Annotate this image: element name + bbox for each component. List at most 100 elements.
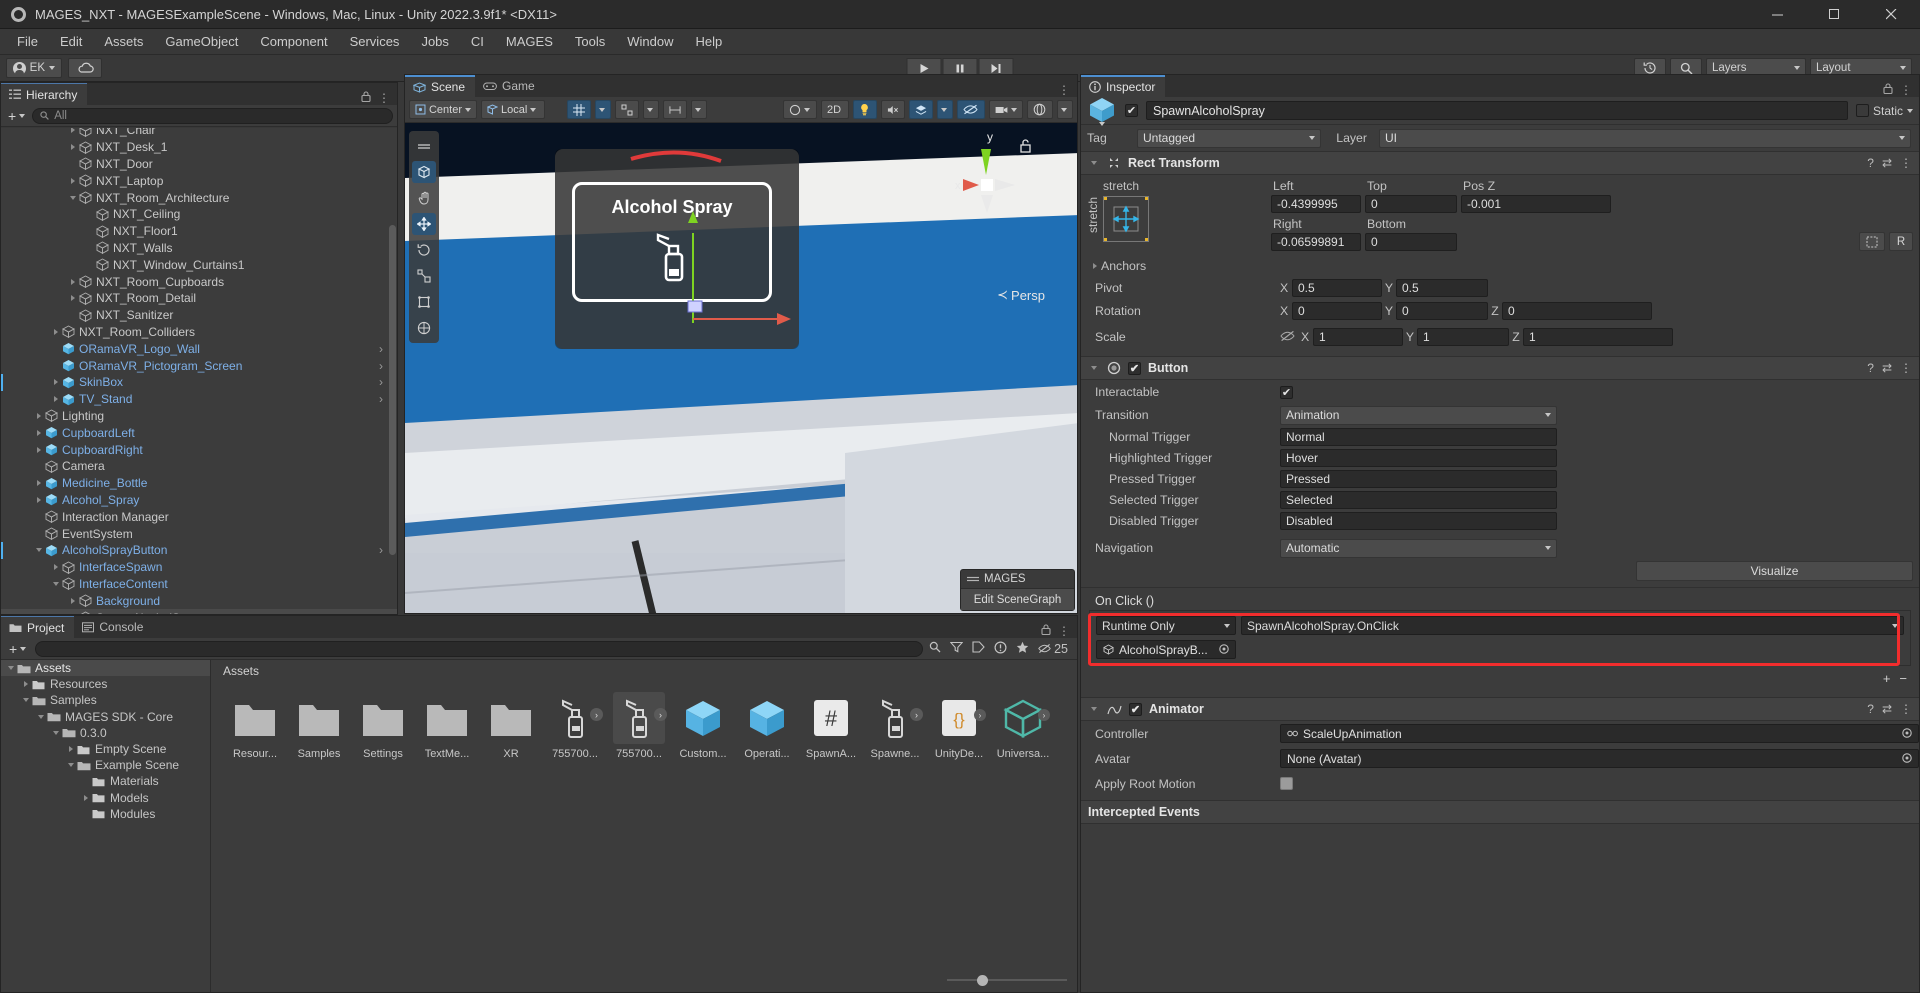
fx-dropdown[interactable] <box>937 100 953 119</box>
edit-scenegraph-button[interactable]: Edit SceneGraph <box>961 588 1074 610</box>
kebab-menu-icon[interactable]: ⋮ <box>1900 361 1912 375</box>
apply-root-motion-checkbox[interactable] <box>1280 777 1293 790</box>
hierarchy-item-nxt-room-detail[interactable]: NXT_Room_Detail <box>1 290 397 307</box>
project-asset-item[interactable]: Custom... <box>671 686 735 760</box>
mages-overlay-header[interactable]: MAGES <box>961 570 1074 588</box>
tab-project[interactable]: Project <box>1 616 74 638</box>
ruler-dropdown[interactable] <box>691 100 707 119</box>
menu-gameobject[interactable]: GameObject <box>154 31 249 52</box>
hierarchy-item-tv-stand[interactable]: TV_Stand› <box>1 391 397 408</box>
hierarchy-item-spawnalcoholspray[interactable]: SpawnAlcoholSpray <box>1 609 397 614</box>
blueprint-mode-button[interactable] <box>1859 232 1885 251</box>
hand-tool-icon[interactable] <box>412 187 436 209</box>
transform-combo-tool-icon[interactable] <box>412 317 436 339</box>
menu-component[interactable]: Component <box>249 31 338 52</box>
package-badge-icon[interactable]: › <box>1038 709 1050 721</box>
object-picker-icon[interactable] <box>1902 752 1912 766</box>
event-function-dropdown[interactable]: SpawnAlcoholSpray.OnClick <box>1241 616 1904 635</box>
project-tree-item-samples[interactable]: Samples <box>1 692 210 708</box>
tag-dropdown[interactable]: Untagged <box>1137 129 1321 148</box>
kebab-menu-icon[interactable]: ⋮ <box>1058 83 1070 97</box>
object-picker-icon[interactable] <box>1219 643 1229 657</box>
chevron-down-icon[interactable] <box>33 544 45 556</box>
project-asset-grid[interactable]: Assets Resour...SamplesSettingsTextMe...… <box>211 660 1077 992</box>
chevron-right-icon[interactable] <box>20 678 32 690</box>
hierarchy-item-interfacespawn[interactable]: InterfaceSpawn <box>1 559 397 576</box>
scale-y-input[interactable]: 1 <box>1417 328 1509 346</box>
gameobject-icon-group[interactable] <box>1087 95 1117 126</box>
trigger-input[interactable]: Hover <box>1280 449 1557 467</box>
label-icon[interactable] <box>972 641 985 656</box>
hierarchy-item-lighting[interactable]: Lighting <box>1 408 397 425</box>
package-badge-icon[interactable]: › <box>974 709 986 721</box>
hierarchy-item-oramavr-pictogram-screen[interactable]: ORamaVR_Pictogram_Screen› <box>1 357 397 374</box>
view-tool-handle[interactable] <box>412 135 436 157</box>
hierarchy-item-nxt-ceiling[interactable]: NXT_Ceiling <box>1 206 397 223</box>
project-tree-item-empty-scene[interactable]: Empty Scene <box>1 741 210 757</box>
chevron-right-icon[interactable] <box>67 128 79 136</box>
project-tree-item-resources[interactable]: Resources <box>1 676 210 692</box>
gameobject-enabled-checkbox[interactable]: ✔ <box>1125 104 1138 117</box>
move-gizmo[interactable]: y x <box>929 127 1049 237</box>
component-header-animator[interactable]: ✔ Animator ? ⇄ ⋮ <box>1081 697 1919 721</box>
hierarchy-scrollbar[interactable] <box>388 130 396 598</box>
tab-hierarchy[interactable]: Hierarchy <box>1 83 87 105</box>
chevron-down-icon[interactable] <box>65 759 77 771</box>
project-item-list[interactable]: Resour...SamplesSettingsTextMe...XR›7557… <box>211 682 1077 760</box>
scale-x-input[interactable]: 1 <box>1313 328 1403 346</box>
maximize-icon[interactable] <box>1806 0 1863 29</box>
chevron-right-icon[interactable] <box>67 175 79 187</box>
gizmos-toggle[interactable] <box>1027 100 1053 119</box>
chevron-right-icon[interactable] <box>67 595 79 607</box>
menu-window[interactable]: Window <box>616 31 684 52</box>
transform-tool-icon[interactable] <box>412 161 436 183</box>
project-asset-item[interactable]: #SpawnA... <box>799 686 863 760</box>
chevron-right-icon[interactable] <box>33 477 45 489</box>
rotate-tool-icon[interactable] <box>412 239 436 261</box>
add-event-button[interactable]: + <box>1883 671 1891 686</box>
chevron-right-icon[interactable] <box>67 612 79 615</box>
menu-jobs[interactable]: Jobs <box>410 31 459 52</box>
pivot-dropdown[interactable]: Center <box>409 100 477 119</box>
scale-z-input[interactable]: 1 <box>1523 328 1673 346</box>
interactable-checkbox[interactable]: ✔ <box>1280 386 1293 399</box>
ruler-toggle[interactable] <box>663 100 687 119</box>
project-tree-item-0-3-0[interactable]: 0.3.0 <box>1 725 210 741</box>
preset-icon[interactable]: ⇄ <box>1882 156 1892 170</box>
chevron-right-icon[interactable] <box>50 376 62 388</box>
transition-dropdown[interactable]: Animation <box>1280 406 1557 425</box>
chevron-down-icon[interactable] <box>1088 703 1100 715</box>
layer-dropdown[interactable]: UI <box>1379 129 1911 148</box>
chevron-right-icon[interactable] <box>65 743 77 755</box>
audio-toggle[interactable] <box>881 100 905 119</box>
hierarchy-item-nxt-sanitizer[interactable]: NXT_Sanitizer <box>1 307 397 324</box>
slider-knob[interactable] <box>977 975 988 986</box>
chevron-right-icon[interactable] <box>80 792 92 804</box>
hierarchy-scroll-thumb[interactable] <box>389 225 396 555</box>
chevron-right-icon[interactable] <box>67 141 79 153</box>
chevron-right-icon[interactable] <box>33 427 45 439</box>
tab-inspector[interactable]: Inspector <box>1081 75 1165 97</box>
static-toggle[interactable]: Static <box>1856 104 1913 118</box>
hierarchy-item-interfacecontent[interactable]: InterfaceContent <box>1 576 397 593</box>
kebab-menu-icon[interactable]: ⋮ <box>1900 83 1912 97</box>
trigger-input[interactable]: Selected <box>1280 491 1557 509</box>
project-asset-item[interactable]: ›Universa... <box>991 686 1055 760</box>
chevron-right-icon[interactable] <box>50 561 62 573</box>
project-asset-item[interactable]: {}›UnityDe... <box>927 686 991 760</box>
project-search-input[interactable] <box>35 641 923 657</box>
rect-tool-icon[interactable] <box>412 291 436 313</box>
project-asset-item[interactable]: Settings <box>351 686 415 760</box>
anchor-preset-button[interactable] <box>1103 196 1149 242</box>
hierarchy-item-nxt-laptop[interactable]: NXT_Laptop <box>1 172 397 189</box>
scene-projection-label[interactable]: ≺ Persp <box>997 287 1045 303</box>
chevron-down-icon[interactable] <box>50 727 62 739</box>
warning-icon[interactable] <box>994 641 1007 657</box>
kebab-menu-icon[interactable]: ⋮ <box>1900 156 1912 170</box>
menu-tools[interactable]: Tools <box>564 31 616 52</box>
hierarchy-item-nxt-chair[interactable]: NXT_Chair <box>1 128 397 139</box>
scene-viewport[interactable]: Alcohol Spray y x <box>405 123 1077 613</box>
chevron-down-icon[interactable] <box>35 711 47 723</box>
menu-mages[interactable]: MAGES <box>495 31 564 52</box>
event-object-field[interactable]: AlcoholSprayB... <box>1096 640 1236 659</box>
